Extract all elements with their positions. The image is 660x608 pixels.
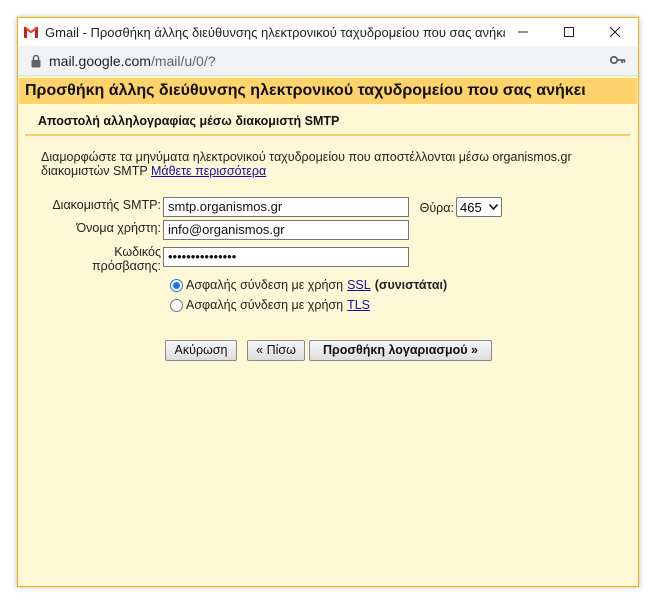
ssl-option[interactable]: Ασφαλής σύνδεση με χρήση SSL (συνιστάται… bbox=[170, 278, 447, 292]
window-title: Gmail - Προσθήκη άλλης διεύθυνσης ηλεκτρ… bbox=[45, 24, 505, 40]
learn-more-link[interactable]: Μάθετε περισσότερα bbox=[151, 164, 266, 178]
url-path: /mail/u/0/? bbox=[150, 52, 216, 69]
page-header: Προσθήκη άλλης διεύθυνσης ηλεκτρονικού τ… bbox=[19, 78, 637, 104]
username-label: Όνομα χρήστη: bbox=[76, 221, 162, 235]
maximize-button[interactable] bbox=[546, 18, 592, 46]
ssl-recommended: (συνιστάται) bbox=[374, 278, 448, 292]
minimize-button[interactable] bbox=[500, 18, 546, 46]
ssl-link[interactable]: SSL bbox=[347, 278, 371, 292]
url-host: mail.google.com bbox=[49, 52, 151, 69]
back-button[interactable]: « Πίσω bbox=[247, 340, 305, 361]
username-input[interactable]: info@organismos.gr bbox=[163, 220, 409, 240]
port-label: Θύρα: bbox=[419, 201, 454, 215]
add-account-button[interactable]: Προσθήκη λογαριασμού » bbox=[309, 340, 492, 361]
close-icon bbox=[610, 27, 620, 37]
password-label-line2: πρόσβασης: bbox=[92, 259, 161, 273]
chevron-down-icon bbox=[489, 204, 498, 210]
close-button[interactable] bbox=[592, 18, 638, 46]
cancel-button[interactable]: Ακύρωση bbox=[165, 340, 237, 361]
port-select[interactable]: 465 bbox=[456, 197, 502, 217]
port-value: 465 bbox=[460, 199, 482, 215]
minimize-icon bbox=[518, 31, 528, 33]
section-subheader: Αποστολή αλληλογραφίας μέσω διακομιστή S… bbox=[25, 106, 630, 136]
tls-option[interactable]: Ασφαλής σύνδεση με χρήση TLS bbox=[170, 298, 370, 312]
description: Διαμορφώστε τα μηνύματα ηλεκτρονικού ταχ… bbox=[41, 150, 621, 178]
address-bar[interactable]: mail.google.com/mail/u/0/? bbox=[18, 46, 638, 76]
window-controls bbox=[500, 18, 638, 46]
tls-link[interactable]: TLS bbox=[347, 298, 370, 312]
ssl-option-label: Ασφαλής σύνδεση με χρήση bbox=[186, 278, 344, 292]
key-icon[interactable] bbox=[610, 54, 626, 66]
lock-icon bbox=[31, 54, 41, 67]
tls-option-label: Ασφαλής σύνδεση με χρήση bbox=[186, 298, 344, 312]
password-input[interactable]: ••••••••••••••• bbox=[163, 247, 409, 267]
title-bar: Gmail - Προσθήκη άλλης διεύθυνσης ηλεκτρ… bbox=[18, 18, 638, 46]
smtp-server-input[interactable]: smtp.organismos.gr bbox=[163, 197, 409, 217]
maximize-icon bbox=[564, 27, 574, 37]
ssl-radio[interactable] bbox=[170, 278, 183, 292]
smtp-server-label: Διακομιστής SMTP: bbox=[52, 198, 161, 212]
password-label-line1: Κωδικός bbox=[114, 245, 161, 259]
password-label: Κωδικός πρόσβασης: bbox=[28, 245, 161, 273]
description-line2: διακομιστών SMTP bbox=[41, 164, 148, 178]
gmail-logo-icon bbox=[24, 26, 38, 38]
popup-window: Gmail - Προσθήκη άλλης διεύθυνσης ηλεκτρ… bbox=[17, 17, 639, 587]
url-text: mail.google.com/mail/u/0/? bbox=[49, 53, 216, 69]
tls-radio[interactable] bbox=[170, 298, 183, 312]
description-line1: Διαμορφώστε τα μηνύματα ηλεκτρονικού ταχ… bbox=[41, 150, 572, 164]
